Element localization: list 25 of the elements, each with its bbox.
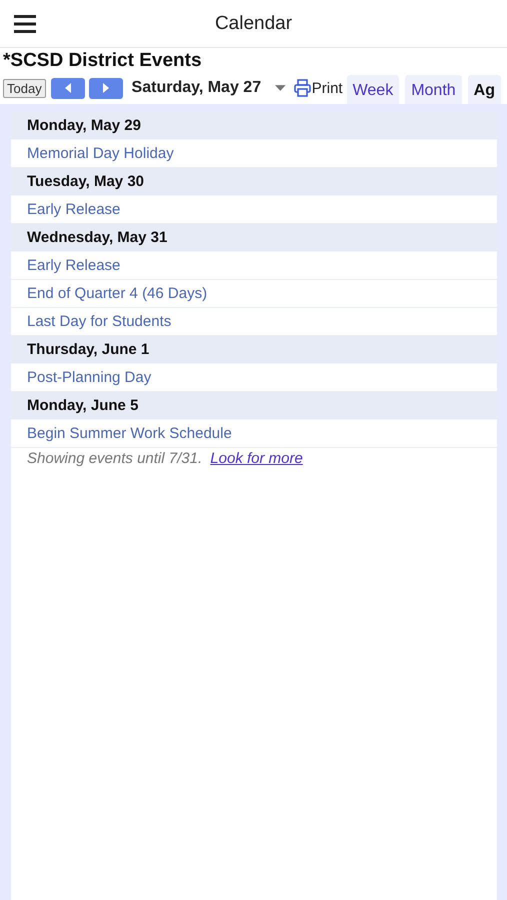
view-tab[interactable]: Week xyxy=(346,75,400,104)
day-header: Monday, June 5 xyxy=(11,392,497,420)
day-header: Tuesday, May 30 xyxy=(11,168,497,196)
view-tab[interactable]: Month xyxy=(405,75,462,104)
footer-note: Showing events until 7/31. xyxy=(27,450,202,467)
event-item[interactable]: End of Quarter 4 (46 Days) xyxy=(11,280,497,308)
left-arrow-icon xyxy=(64,83,71,93)
right-arrow-icon xyxy=(102,83,109,93)
dropdown-icon[interactable] xyxy=(275,85,286,91)
menu-icon[interactable] xyxy=(14,14,36,32)
day-header: Wednesday, May 31 xyxy=(11,224,497,252)
printer-icon xyxy=(294,79,311,97)
look-for-more-link[interactable]: Look for more xyxy=(210,450,303,467)
next-button[interactable] xyxy=(88,78,123,98)
calendar-title: *SCSD District Events xyxy=(2,49,203,72)
today-button[interactable]: Today xyxy=(3,78,46,98)
day-header: Monday, May 29 xyxy=(11,112,497,140)
app-title: Calendar xyxy=(214,12,292,34)
event-item[interactable]: Early Release xyxy=(11,252,497,280)
view-tab[interactable]: Ag xyxy=(468,75,501,104)
print-button[interactable]: Print xyxy=(294,79,347,97)
event-item[interactable]: Begin Summer Work Schedule xyxy=(11,420,497,448)
date-label: Saturday, May 27 xyxy=(132,79,262,97)
previous-button[interactable] xyxy=(50,78,85,98)
day-header: Thursday, June 1 xyxy=(11,336,497,364)
